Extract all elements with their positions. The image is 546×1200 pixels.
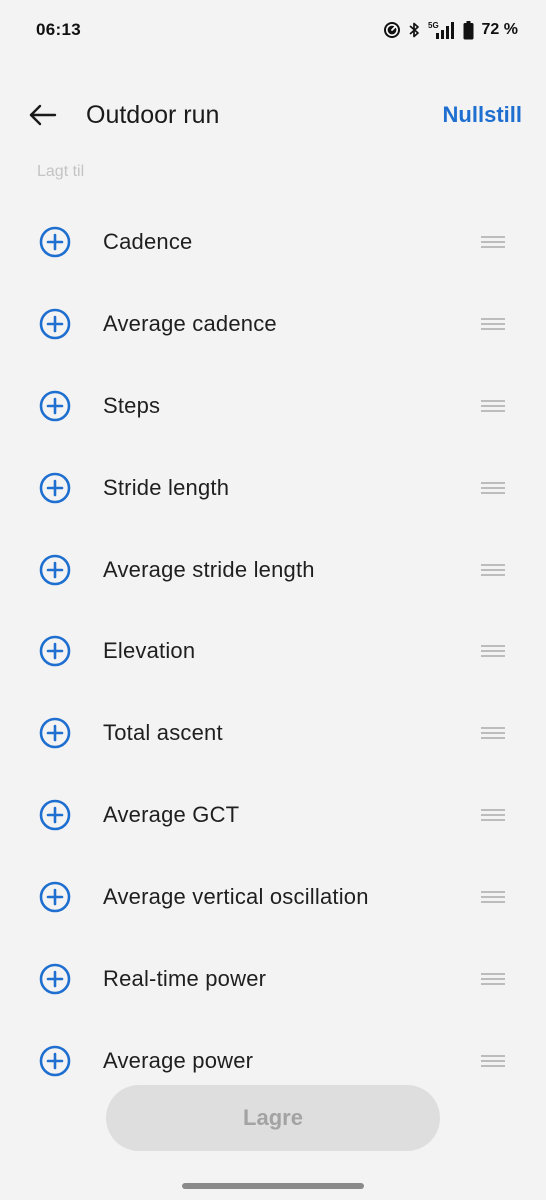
metric-row: Average stride length <box>0 529 546 611</box>
drag-handle-icon[interactable] <box>480 560 506 580</box>
metric-row: Average cadence <box>0 283 546 365</box>
metric-label: Average power <box>103 1047 254 1073</box>
signal-icon: 5G <box>427 20 457 40</box>
header: Outdoor run Nullstill <box>0 84 546 146</box>
add-circle-icon[interactable] <box>38 225 72 259</box>
add-circle-icon[interactable] <box>38 798 72 832</box>
metric-label: Cadence <box>103 228 193 254</box>
metric-row: Average GCT <box>0 774 546 856</box>
add-circle-icon[interactable] <box>38 634 72 668</box>
battery-icon <box>463 20 474 40</box>
network-type-label: 5G <box>428 21 439 30</box>
drag-handle-icon[interactable] <box>480 969 506 989</box>
add-circle-icon[interactable] <box>38 307 72 341</box>
home-indicator[interactable] <box>182 1183 364 1189</box>
drag-handle-icon[interactable] <box>480 478 506 498</box>
section-label: Lagt til <box>37 163 85 180</box>
metric-row: Total ascent <box>0 692 546 774</box>
metric-label: Total ascent <box>103 720 223 746</box>
metric-row: Elevation <box>0 610 546 692</box>
drag-handle-icon[interactable] <box>480 396 506 416</box>
metric-row: Average vertical oscillation <box>0 856 546 938</box>
metric-label: Elevation <box>103 638 196 664</box>
reset-button[interactable]: Nullstill <box>443 102 522 128</box>
metric-label: Average stride length <box>103 556 315 582</box>
metric-list: Cadence Average cadence Steps Stride len… <box>0 201 546 1102</box>
back-button[interactable] <box>28 100 58 130</box>
drag-handle-icon[interactable] <box>480 723 506 743</box>
metric-label: Stride length <box>103 474 230 500</box>
metric-label: Steps <box>103 392 161 418</box>
drag-handle-icon[interactable] <box>480 887 506 907</box>
status-bar: 06:13 5G 72 % <box>0 0 546 60</box>
speedometer-icon <box>383 21 401 39</box>
metric-row: Steps <box>0 365 546 447</box>
add-circle-icon[interactable] <box>38 962 72 996</box>
add-circle-icon[interactable] <box>38 716 72 750</box>
metric-label: Average cadence <box>103 310 277 336</box>
add-circle-icon[interactable] <box>38 553 72 587</box>
metric-label: Average GCT <box>103 802 240 828</box>
add-circle-icon[interactable] <box>38 471 72 505</box>
screen: 06:13 5G 72 % Outdoor run Nullstill Lagt… <box>0 0 546 1200</box>
add-circle-icon[interactable] <box>38 880 72 914</box>
status-icons: 5G 72 % <box>383 20 518 40</box>
metric-row: Cadence <box>0 201 546 283</box>
drag-handle-icon[interactable] <box>480 805 506 825</box>
drag-handle-icon[interactable] <box>480 232 506 252</box>
drag-handle-icon[interactable] <box>480 314 506 334</box>
page-title: Outdoor run <box>86 100 220 129</box>
metric-label: Average vertical oscillation <box>103 884 369 910</box>
battery-percentage: 72 % <box>481 21 518 38</box>
add-circle-icon[interactable] <box>38 1044 72 1078</box>
metric-row: Real-time power <box>0 938 546 1020</box>
metric-label: Real-time power <box>103 965 267 991</box>
metric-row: Stride length <box>0 447 546 529</box>
arrow-left-icon <box>29 104 57 126</box>
bluetooth-icon <box>407 21 421 39</box>
drag-handle-icon[interactable] <box>480 641 506 661</box>
status-time: 06:13 <box>36 20 81 39</box>
drag-handle-icon[interactable] <box>480 1051 506 1071</box>
add-circle-icon[interactable] <box>38 389 72 423</box>
save-button[interactable]: Lagre <box>106 1085 440 1151</box>
